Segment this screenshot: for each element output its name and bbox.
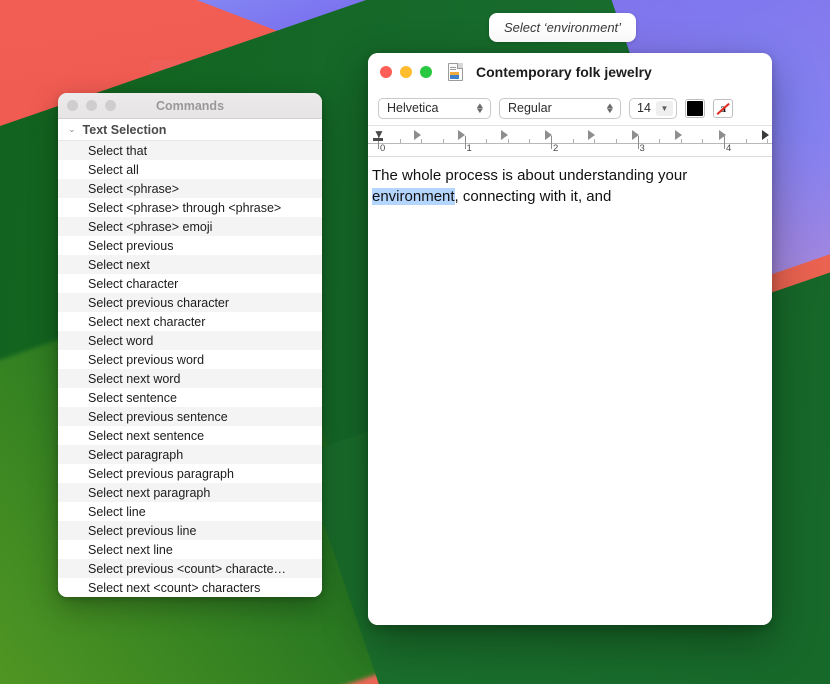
command-item[interactable]: Select previous character	[58, 293, 322, 312]
tab-stop-marker[interactable]	[631, 130, 639, 140]
command-item[interactable]: Select next line	[58, 540, 322, 559]
command-item[interactable]: Select previous	[58, 236, 322, 255]
background-color-button[interactable]: a	[713, 98, 733, 118]
ruler-minor-tick	[529, 139, 531, 143]
minimize-button-icon[interactable]	[86, 100, 97, 111]
zoom-button-icon[interactable]	[420, 66, 432, 78]
command-item[interactable]: Select next paragraph	[58, 483, 322, 502]
tab-stop-marker[interactable]	[501, 130, 508, 140]
ruler-minor-tick	[399, 139, 401, 143]
command-item[interactable]: Select previous line	[58, 521, 322, 540]
command-item[interactable]: Select <phrase>	[58, 179, 322, 198]
ruler-number-label: 2	[553, 143, 559, 154]
ruler-number-label: 4	[726, 143, 732, 154]
font-size-value: 14	[637, 101, 651, 115]
document-icon	[448, 63, 463, 81]
document-ruler[interactable]: 0 1 2 3 4 ▼ ▬	[368, 125, 772, 157]
textedit-window-title: Contemporary folk jewelry	[476, 64, 652, 80]
command-item[interactable]: Select next sentence	[58, 426, 322, 445]
textedit-window[interactable]: Contemporary folk jewelry Helvetica ▲ ▼ R…	[368, 53, 772, 625]
command-item[interactable]: Select previous word	[58, 350, 322, 369]
command-item[interactable]: Select sentence	[58, 388, 322, 407]
command-item[interactable]: Select next <count> characters	[58, 578, 322, 597]
command-item[interactable]: Select <phrase> through <phrase>	[58, 198, 322, 217]
command-item[interactable]: Select previous sentence	[58, 407, 322, 426]
ruler-minor-tick	[702, 139, 704, 143]
ruler-minor-tick	[486, 139, 488, 143]
ruler-minor-tick	[421, 139, 423, 143]
font-style-select[interactable]: Regular ▲ ▼	[499, 97, 621, 119]
tab-stop-marker[interactable]	[675, 130, 682, 140]
ruler-minor-tick	[659, 139, 661, 143]
command-item[interactable]: Select paragraph	[58, 445, 322, 464]
ruler-major-tick	[464, 136, 466, 149]
close-button-icon[interactable]	[67, 100, 78, 111]
voice-command-tooltip: Select ‘environment’	[489, 13, 637, 42]
tab-stop-marker[interactable]	[544, 130, 552, 140]
command-group-header[interactable]: ⌄ Text Selection	[58, 119, 322, 141]
tab-stop-marker[interactable]	[414, 130, 421, 140]
font-style-value: Regular	[508, 101, 552, 115]
command-item[interactable]: Select character	[58, 274, 322, 293]
command-item[interactable]: Select previous paragraph	[58, 464, 322, 483]
ruler-number-label: 3	[639, 143, 645, 154]
command-item[interactable]: Select next word	[58, 369, 322, 388]
document-text-area[interactable]: The whole process is about understanding…	[368, 157, 772, 625]
first-line-indent-marker[interactable]: ▬	[373, 134, 383, 144]
command-item[interactable]: Select word	[58, 331, 322, 350]
textedit-titlebar[interactable]: Contemporary folk jewelry	[368, 53, 772, 91]
commands-window[interactable]: Commands ⌄ Text Selection Select that Sel…	[58, 93, 322, 597]
text-color-button[interactable]	[685, 98, 705, 118]
stepper-icon[interactable]: ▲ ▼	[475, 102, 485, 115]
zoom-button-icon[interactable]	[105, 100, 116, 111]
tab-stop-marker[interactable]	[762, 130, 769, 140]
close-button-icon[interactable]	[380, 66, 392, 78]
tooltip-text: Select ‘environment’	[504, 20, 622, 35]
command-item[interactable]: Select <phrase> emoji	[58, 217, 322, 236]
command-item[interactable]: Select all	[58, 160, 322, 179]
font-family-select[interactable]: Helvetica ▲ ▼	[378, 97, 491, 119]
command-item[interactable]: Select line	[58, 502, 322, 521]
ruler-number-label: 1	[466, 143, 472, 154]
commands-list[interactable]: Select that Select all Select <phrase> Sele…	[58, 141, 322, 597]
font-toolbar[interactable]: Helvetica ▲ ▼ Regular ▲ ▼ 14 ▼ a	[368, 91, 772, 125]
stepper-icon[interactable]: ▲ ▼	[605, 102, 615, 115]
document-line-1: The whole process is about understanding…	[372, 165, 762, 186]
command-item[interactable]: Select that	[58, 141, 322, 160]
font-family-value: Helvetica	[387, 101, 439, 115]
ruler-minor-tick	[442, 139, 444, 143]
selected-word[interactable]: environment	[372, 188, 455, 205]
ruler-minor-tick	[615, 139, 617, 143]
minimize-button-icon[interactable]	[400, 66, 412, 78]
document-line-2: environment, connecting with it, and	[372, 186, 762, 207]
ruler-number-label: 0	[380, 143, 386, 154]
background-color-glyph: a	[720, 100, 726, 115]
ruler-minor-tick	[745, 139, 747, 143]
chevron-down-icon[interactable]: ▼	[656, 100, 673, 116]
document-text-before: The whole process is about understanding…	[372, 167, 688, 184]
document-text-after: , connecting with it, and	[454, 188, 612, 205]
tab-stop-marker[interactable]	[457, 130, 465, 140]
tab-stop-marker[interactable]	[588, 130, 595, 140]
tab-stop-marker[interactable]	[718, 130, 726, 140]
font-size-select[interactable]: 14 ▼	[629, 97, 677, 119]
chevron-down-icon[interactable]: ⌄	[68, 125, 76, 134]
ruler-minor-tick	[572, 139, 574, 143]
command-group-label: Text Selection	[82, 122, 167, 137]
command-item[interactable]: Select next character	[58, 312, 322, 331]
command-item[interactable]: Select next	[58, 255, 322, 274]
ruler-baseline	[368, 143, 772, 144]
command-item[interactable]: Select previous <count> characte…	[58, 559, 322, 578]
commands-titlebar[interactable]: Commands	[58, 93, 322, 119]
commands-traffic-lights[interactable]	[58, 100, 116, 111]
